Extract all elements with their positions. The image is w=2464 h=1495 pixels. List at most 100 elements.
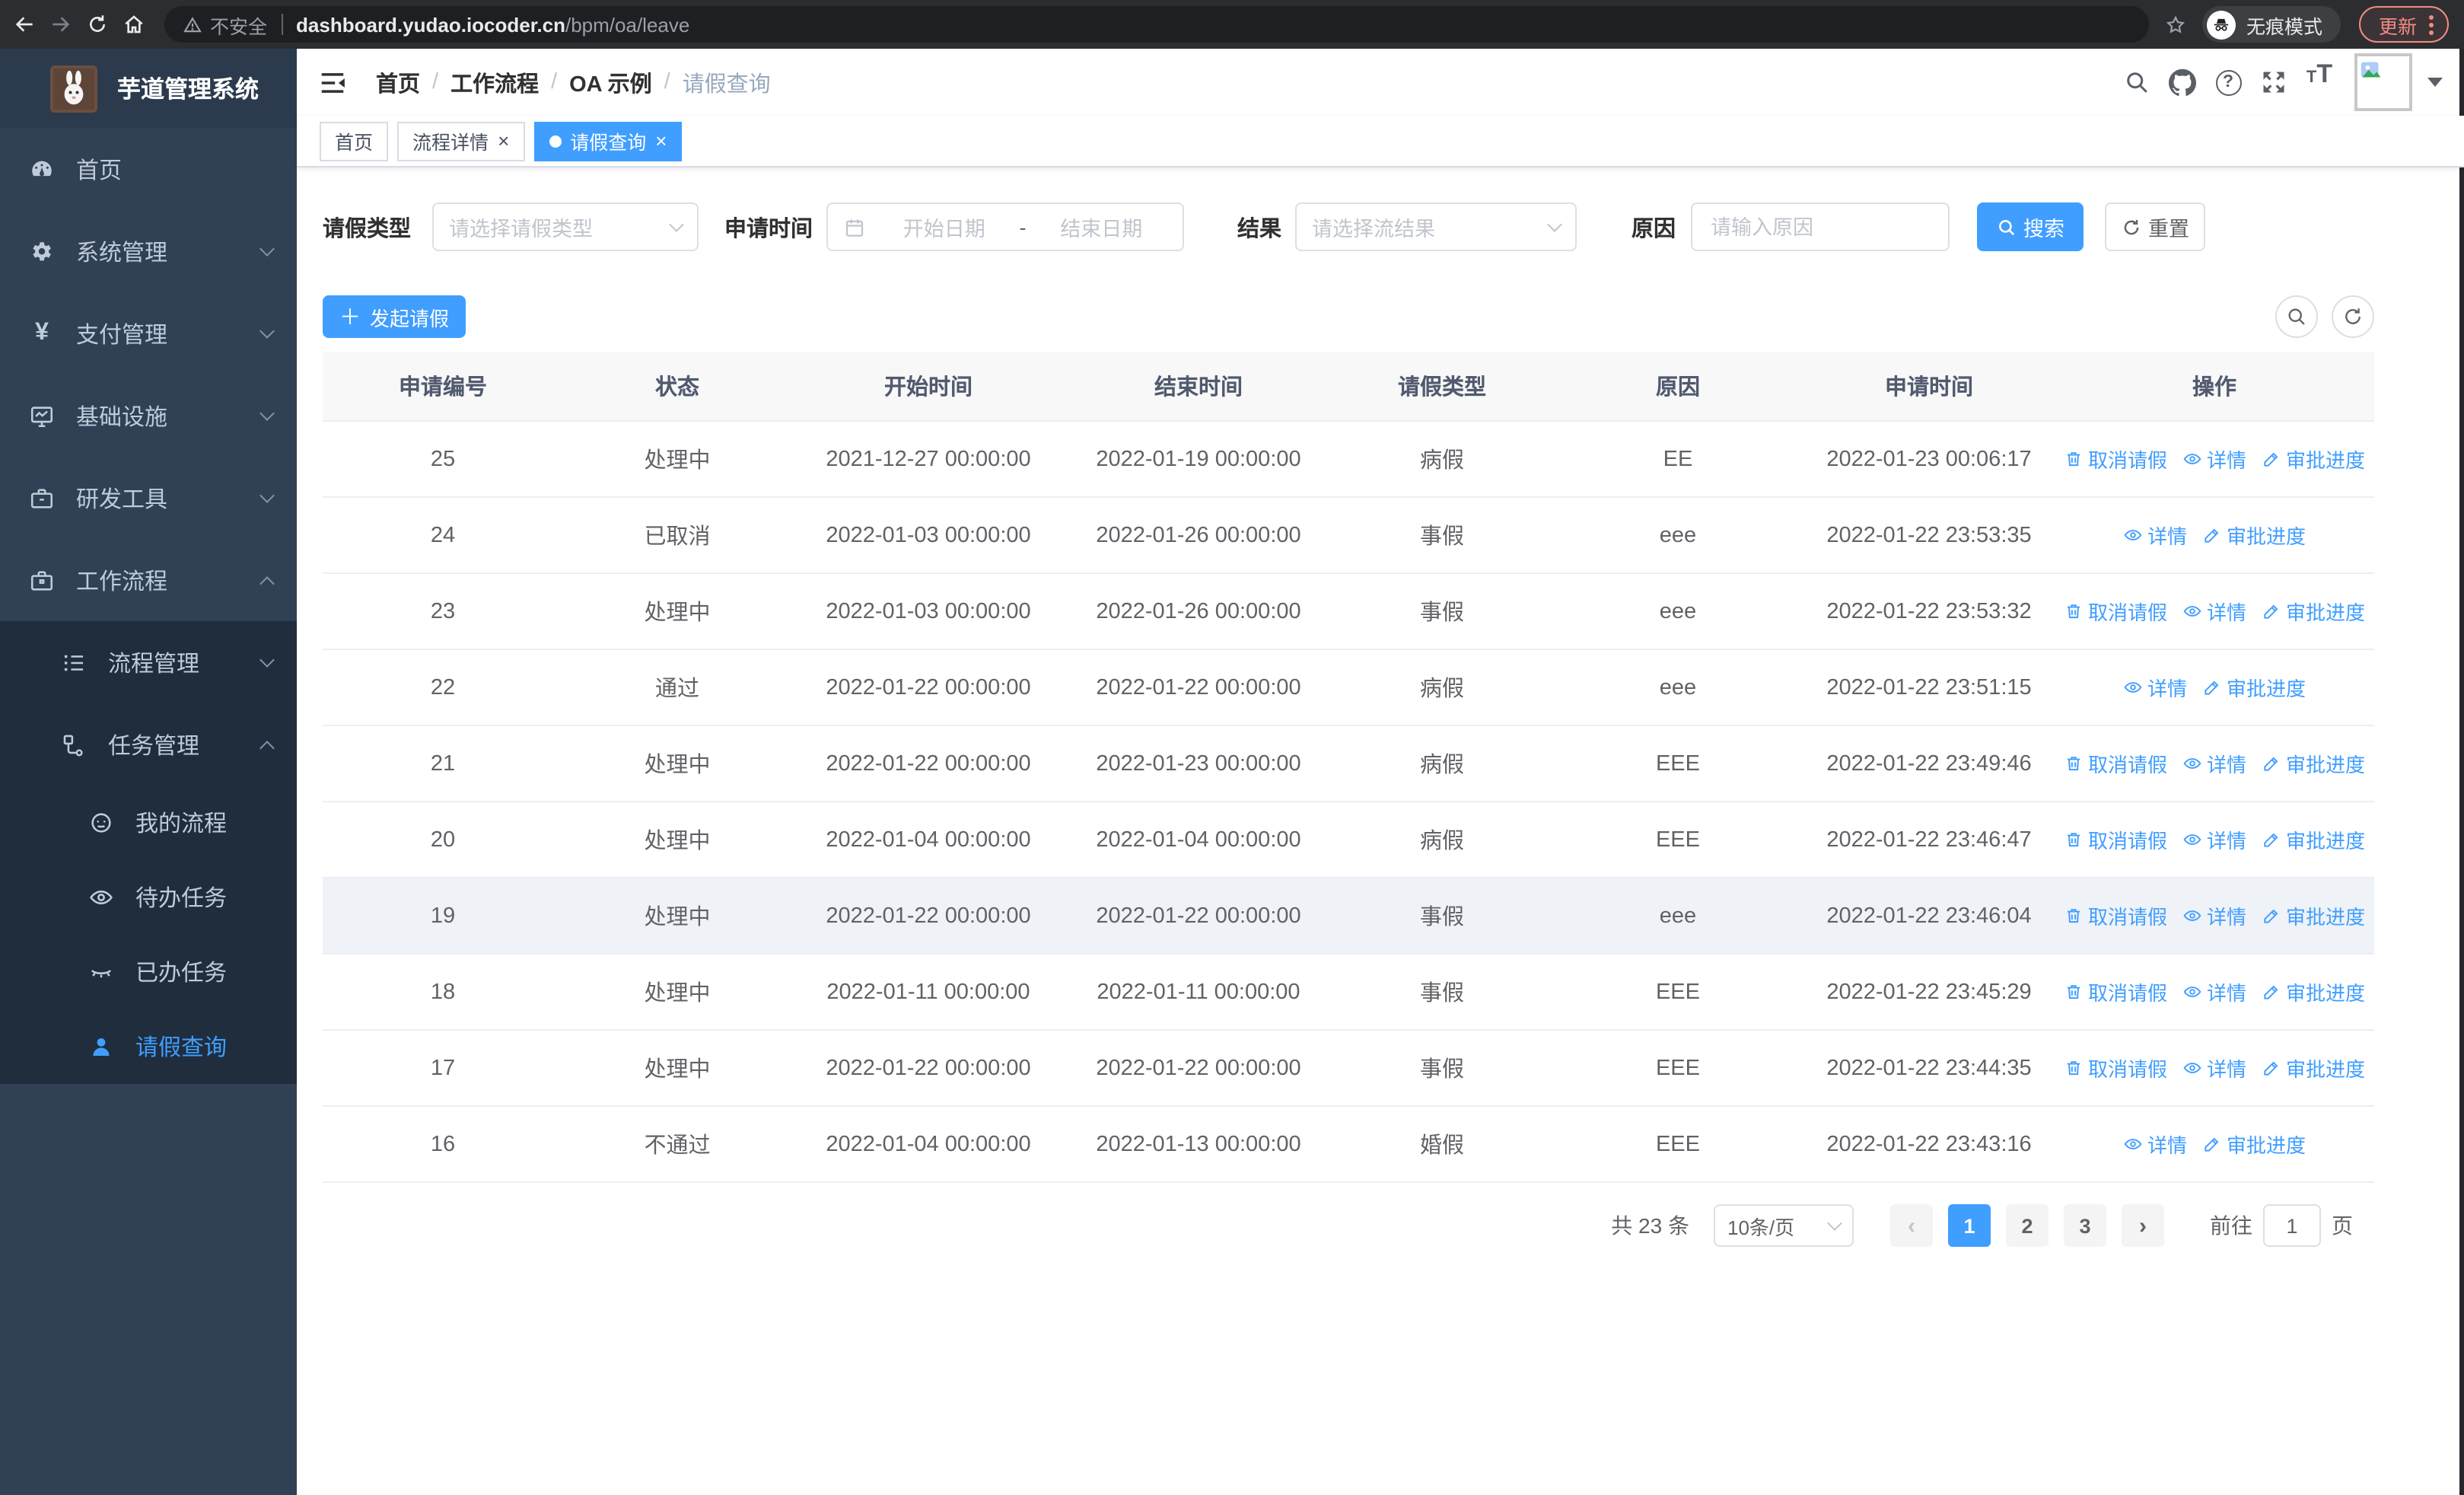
- refresh-table-button[interactable]: [2332, 295, 2374, 338]
- tab-home[interactable]: 首页: [320, 121, 389, 161]
- approval-progress-link[interactable]: 审批进度: [2262, 445, 2365, 473]
- cancel-leave-link[interactable]: 取消请假: [2064, 825, 2167, 854]
- approval-progress-link[interactable]: 审批进度: [2202, 1130, 2306, 1159]
- detail-link[interactable]: 详情: [2182, 445, 2246, 473]
- breadcrumb-home[interactable]: 首页: [376, 66, 420, 98]
- approval-progress-link[interactable]: 审批进度: [2262, 597, 2365, 626]
- cell-apply-time: 2022-01-22 23:53:32: [1826, 599, 2032, 623]
- help-icon[interactable]: ?: [2205, 59, 2251, 105]
- avatar[interactable]: [2354, 53, 2412, 111]
- reset-button[interactable]: 重置: [2105, 202, 2205, 251]
- goto-page-input[interactable]: [2263, 1204, 2321, 1247]
- tab-close-icon[interactable]: ×: [655, 131, 667, 151]
- next-page-button[interactable]: ›: [2122, 1204, 2164, 1247]
- browser-home-button[interactable]: [116, 6, 152, 43]
- tab-process-detail[interactable]: 流程详情 ×: [397, 121, 525, 161]
- browser-menu-icon[interactable]: [2429, 14, 2434, 34]
- cell-end-time: 2022-01-22 00:00:00: [1096, 1056, 1301, 1080]
- result-select[interactable]: 请选择流结果: [1295, 202, 1577, 251]
- sidebar-item-home[interactable]: 首页: [0, 128, 297, 210]
- breadcrumb-oa-example[interactable]: OA 示例: [569, 66, 652, 98]
- cancel-leave-link[interactable]: 取消请假: [2064, 1054, 2167, 1082]
- cell-start-time: 2022-01-22 00:00:00: [826, 904, 1031, 928]
- bookmark-star-icon[interactable]: [2164, 13, 2187, 36]
- sidebar-item-task-management[interactable]: 任务管理: [0, 703, 297, 786]
- cell-leave-type: 事假: [1420, 1058, 1464, 1082]
- cancel-leave-link[interactable]: 取消请假: [2064, 977, 2167, 1006]
- detail-link[interactable]: 详情: [2123, 1130, 2187, 1159]
- approval-progress-link[interactable]: 审批进度: [2202, 673, 2306, 702]
- detail-link[interactable]: 详情: [2182, 1054, 2246, 1082]
- table-row: 24 已取消 2022-01-03 00:00:00 2022-01-26 00…: [323, 498, 2374, 574]
- reason-input[interactable]: [1711, 215, 1930, 238]
- create-leave-button[interactable]: ＋ 发起请假: [323, 295, 466, 338]
- prev-page-button[interactable]: ‹: [1890, 1204, 1933, 1247]
- search-icon[interactable]: [2114, 59, 2160, 105]
- page-button-1[interactable]: 1: [1948, 1204, 1991, 1247]
- detail-link[interactable]: 详情: [2123, 673, 2187, 702]
- cell-end-time: 2022-01-22 00:00:00: [1096, 675, 1301, 700]
- end-date-input[interactable]: 结束日期: [1036, 212, 1168, 242]
- task-flow-icon: [61, 732, 87, 757]
- sidebar-item-my-processes[interactable]: 我的流程: [0, 786, 297, 860]
- cancel-leave-link[interactable]: 取消请假: [2064, 901, 2167, 930]
- detail-link[interactable]: 详情: [2182, 749, 2246, 778]
- fullscreen-icon[interactable]: [2251, 59, 2297, 105]
- chevron-down-icon[interactable]: [2427, 78, 2443, 87]
- search-button[interactable]: 搜索: [1977, 202, 2084, 251]
- browser-scrollbar[interactable]: [2459, 49, 2464, 1495]
- trash-icon: [2067, 909, 2080, 923]
- approval-progress-link[interactable]: 审批进度: [2262, 1054, 2365, 1082]
- sidebar-item-done-tasks[interactable]: 已办任务: [0, 935, 297, 1009]
- github-icon[interactable]: [2160, 59, 2205, 105]
- sidebar-item-leave-query[interactable]: 请假查询: [0, 1009, 297, 1084]
- apply-time-range-picker[interactable]: 开始日期 - 结束日期: [826, 202, 1184, 251]
- sidebar-item-payment-management[interactable]: ¥ 支付管理: [0, 292, 297, 375]
- sidebar-item-infrastructure[interactable]: 基础设施: [0, 375, 297, 457]
- approval-progress-link[interactable]: 审批进度: [2262, 749, 2365, 778]
- detail-link[interactable]: 详情: [2182, 597, 2246, 626]
- tab-leave-query[interactable]: 请假查询 ×: [533, 121, 683, 161]
- sidebar-collapse-icon[interactable]: [315, 65, 349, 99]
- detail-link[interactable]: 详情: [2182, 825, 2246, 854]
- monitor-icon: [29, 403, 55, 429]
- detail-link[interactable]: 详情: [2123, 521, 2187, 550]
- leave-type-select[interactable]: 请选择请假类型: [432, 202, 699, 251]
- cell-leave-type: 病假: [1420, 830, 1464, 854]
- browser-back-button[interactable]: [6, 6, 43, 43]
- detail-link[interactable]: 详情: [2182, 977, 2246, 1006]
- page-button-3[interactable]: 3: [2064, 1204, 2106, 1247]
- approval-progress-link[interactable]: 审批进度: [2262, 901, 2365, 930]
- address-bar[interactable]: 不安全 dashboard.yudao.iocoder.cn/bpm/oa/le…: [164, 6, 2149, 43]
- page-button-2[interactable]: 2: [2006, 1204, 2049, 1247]
- toggle-search-button[interactable]: [2275, 295, 2318, 338]
- eye-icon: [2183, 758, 2201, 769]
- cancel-leave-link[interactable]: 取消请假: [2064, 597, 2167, 626]
- cancel-leave-link[interactable]: 取消请假: [2064, 445, 2167, 473]
- start-date-input[interactable]: 开始日期: [878, 212, 1011, 242]
- browser-forward-button[interactable]: [43, 6, 79, 43]
- font-size-icon[interactable]: TT: [2297, 59, 2342, 105]
- browser-refresh-button[interactable]: [79, 6, 116, 43]
- sidebar-item-workflow[interactable]: 工作流程: [0, 539, 297, 621]
- approval-progress-link[interactable]: 审批进度: [2262, 825, 2365, 854]
- approval-progress-link[interactable]: 审批进度: [2262, 977, 2365, 1006]
- sidebar-item-dev-tools[interactable]: 研发工具: [0, 457, 297, 539]
- approval-progress-link[interactable]: 审批进度: [2202, 521, 2306, 550]
- cell-reason: EEE: [1655, 1056, 1700, 1080]
- chevron-down-icon: [259, 324, 275, 339]
- tab-close-icon[interactable]: ×: [498, 131, 509, 151]
- cell-status: 处理中: [644, 830, 711, 854]
- browser-update-button[interactable]: 更新: [2358, 6, 2449, 43]
- detail-link[interactable]: 详情: [2182, 901, 2246, 930]
- eye-icon: [2183, 987, 2201, 997]
- eye-icon: [2183, 1063, 2201, 1073]
- cell-start-time: 2022-01-11 00:00:00: [826, 980, 1030, 1004]
- sidebar-item-todo-tasks[interactable]: 待办任务: [0, 860, 297, 935]
- page-size-select[interactable]: 10条/页: [1714, 1204, 1854, 1247]
- sidebar-item-system-management[interactable]: 系统管理: [0, 210, 297, 292]
- breadcrumb-workflow[interactable]: 工作流程: [450, 66, 539, 98]
- cell-apply-id: 24: [430, 523, 456, 547]
- sidebar-item-process-management[interactable]: 流程管理: [0, 621, 297, 703]
- cancel-leave-link[interactable]: 取消请假: [2064, 749, 2167, 778]
